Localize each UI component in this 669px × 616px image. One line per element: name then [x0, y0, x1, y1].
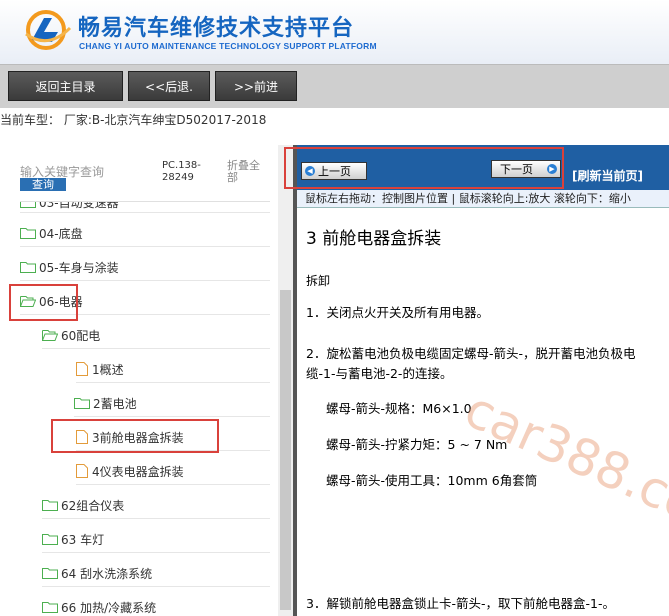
app-title: 畅易汽车维修技术支持平台 [78, 16, 355, 41]
step-3: 3．解锁前舱电器盒锁止卡-箭头-，取下前舱电器盒-1-。 [306, 596, 615, 611]
document-code: PC.138-28249 [162, 160, 201, 183]
tree-divider [76, 484, 270, 485]
tree-divider [74, 416, 270, 417]
spec-torque: 螺母-箭头-拧紧力矩：5 ~ 7 Nm [326, 437, 508, 452]
tree-item-label: 63 车灯 [61, 532, 105, 547]
current-car-model: 当前车型： 厂家:B-北京汽车绅宝D502017-2018 [0, 113, 267, 127]
document-icon [76, 362, 88, 376]
tree-item[interactable]: 60配电 [42, 325, 100, 345]
highlight-nav-buttons [284, 147, 564, 189]
document-content: 3 前舱电器盒拆装 拆卸 1．关闭点火开关及所有用电器。 2．旋松蓄电池负极电缆… [297, 208, 669, 616]
tree-item[interactable]: 2蓄电池 [74, 393, 137, 413]
tree-divider [20, 280, 270, 281]
directory-tree: 03-自动变速器 04-底盘 05-车身与涂装 06-电器 60配电 1概述 2… [0, 202, 278, 616]
folder-icon [20, 202, 36, 208]
highlight-selected-item [51, 419, 219, 453]
spec-tool: 螺母-箭头-使用工具：10mm 6角套筒 [326, 473, 538, 488]
step-2: 2．旋松蓄电池负极电缆固定螺母-箭头-，脱开蓄电池负极电缆-1-与蓄电池-2-的… [306, 346, 636, 381]
tree-item-label: 05-车身与涂装 [39, 260, 119, 275]
tree-item[interactable]: 03-自动变速器 [20, 202, 119, 212]
tree-item-label: 60配电 [61, 328, 101, 343]
refresh-page-link[interactable]: [刷新当前页] [572, 167, 643, 184]
toolbar: 返回主目录 <<后退. >>前进 [0, 64, 669, 108]
folder-open-icon [42, 330, 58, 341]
tree-item-label: 66 加热/冷藏系统 [61, 600, 157, 615]
section-heading: 拆卸 [306, 274, 331, 288]
folder-icon [42, 568, 58, 579]
app-header: 畅易汽车维修技术支持平台 CHANG YI AUTO MAINTENANCE T… [0, 0, 669, 64]
left-panel: 输入关键字查询 查询 PC.138-28249 折叠全部 03-自动变速器 04… [0, 145, 293, 616]
folder-icon [42, 500, 58, 511]
tree-item-label: 64 刮水洗涤系统 [61, 566, 153, 581]
back-button[interactable]: <<后退. [128, 71, 210, 101]
spec-size: 螺母-箭头-规格：M6×1.0 [326, 401, 472, 416]
document-title: 3 前舱电器盒拆装 [306, 229, 442, 249]
tree-item[interactable]: 63 车灯 [42, 529, 104, 549]
usage-tip: 鼠标左右拖动：控制图片位置 | 鼠标滚轮向上:放大 滚轮向下：缩小 [297, 190, 669, 208]
app-subtitle: CHANG YI AUTO MAINTENANCE TECHNOLOGY SUP… [79, 41, 377, 51]
tree-divider [76, 382, 270, 383]
home-button[interactable]: 返回主目录 [8, 71, 123, 101]
tree-item[interactable]: 4仪表电器盒拆装 [76, 461, 184, 481]
tree-item[interactable]: 64 刮水洗涤系统 [42, 563, 152, 583]
highlight-electrical [9, 284, 78, 321]
scrollbar-thumb[interactable] [280, 290, 291, 610]
tree-item-label: 4仪表电器盒拆装 [92, 464, 184, 479]
tree-divider [42, 518, 270, 519]
tree-item[interactable]: 62组合仪表 [42, 495, 124, 515]
step-1: 1．关闭点火开关及所有用电器。 [306, 305, 489, 320]
tree-divider [42, 586, 270, 587]
tree-scrollbar[interactable] [278, 145, 293, 616]
folder-icon [42, 534, 58, 545]
tree-item-label: 1概述 [92, 362, 124, 377]
folder-icon [74, 398, 90, 409]
forward-button[interactable]: >>前进 [215, 71, 297, 101]
tree-item-label: 62组合仪表 [61, 498, 125, 513]
folder-icon [42, 602, 58, 613]
query-button[interactable]: 查询 [20, 178, 66, 191]
tree-item[interactable]: 1概述 [76, 359, 124, 379]
tree-divider [20, 212, 270, 213]
tree-item-label: 2蓄电池 [93, 396, 137, 411]
tree-divider [42, 348, 270, 349]
tree-item-label: 03-自动变速器 [39, 202, 119, 210]
tree-item[interactable]: 05-车身与涂装 [20, 257, 119, 277]
folder-icon [20, 262, 36, 273]
document-icon [76, 464, 88, 478]
tree-divider [20, 246, 270, 247]
tree-divider [42, 552, 270, 553]
tree-item-label: 04-底盘 [39, 226, 83, 241]
tree-item[interactable]: 66 加热/冷藏系统 [42, 597, 156, 616]
folder-icon [20, 228, 36, 239]
tree-item[interactable]: 04-底盘 [20, 223, 83, 243]
brand-logo-icon [25, 10, 72, 50]
collapse-all-button[interactable]: 折叠全部 [227, 160, 267, 184]
